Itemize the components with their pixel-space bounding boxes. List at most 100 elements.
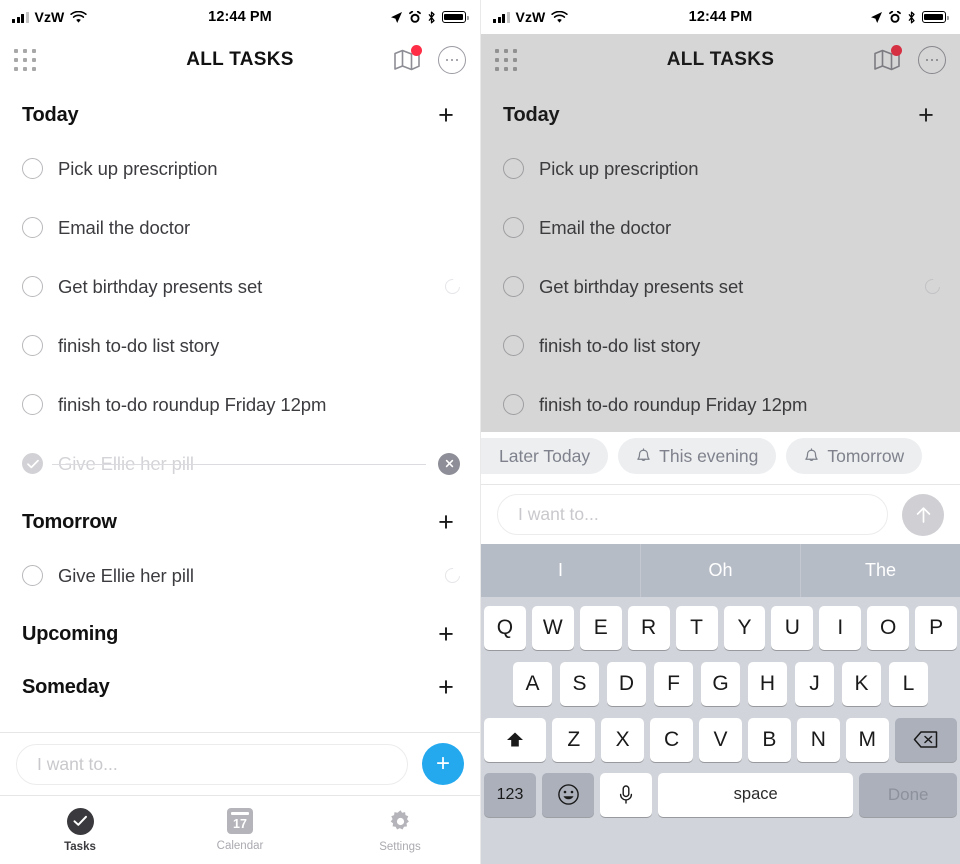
chip-this-evening[interactable]: This evening [618, 438, 777, 474]
key-e[interactable]: E [579, 606, 622, 650]
task-row[interactable]: Pick up prescription [481, 139, 960, 198]
key-x[interactable]: X [601, 717, 645, 762]
space-key[interactable]: space [658, 772, 854, 817]
key-d[interactable]: D [607, 661, 646, 706]
key-t[interactable]: T [675, 606, 718, 650]
chip-tomorrow[interactable]: Tomorrow [786, 438, 923, 474]
task-label: Pick up prescription [58, 157, 218, 179]
prediction-3[interactable]: The [800, 544, 960, 597]
submit-task-button[interactable] [902, 493, 944, 536]
section-header-tomorrow: Tomorrow + [0, 493, 480, 546]
shift-icon[interactable] [484, 717, 547, 762]
key-r[interactable]: R [627, 606, 670, 650]
status-bar: VzW 12:44 PM [0, 0, 480, 34]
key-k[interactable]: K [842, 661, 881, 706]
task-checkbox[interactable] [22, 158, 43, 179]
task-row[interactable]: finish to-do roundup Friday 12pm [481, 375, 960, 434]
key-p[interactable]: P [915, 606, 958, 650]
add-task-button-today[interactable]: + [432, 102, 460, 129]
key-m[interactable]: M [845, 717, 889, 762]
task-checkbox[interactable] [503, 335, 524, 356]
task-checkbox[interactable] [503, 158, 524, 179]
prediction-1[interactable]: I [481, 544, 640, 597]
task-row[interactable]: Email the doctor [481, 198, 960, 257]
key-l[interactable]: L [889, 661, 928, 706]
task-checkbox[interactable] [503, 276, 524, 297]
key-v[interactable]: V [699, 717, 742, 762]
task-row[interactable]: finish to-do list story [481, 316, 960, 375]
more-options-icon[interactable] [918, 46, 946, 74]
task-checkbox[interactable] [22, 217, 43, 238]
task-composer: I want to... + [0, 732, 480, 796]
tab-label: Calendar [216, 840, 264, 852]
nav-bar-actions [392, 45, 466, 74]
chip-later-today[interactable]: Later Today [481, 438, 609, 474]
key-a[interactable]: A [513, 661, 552, 706]
numeric-key[interactable]: 123 [484, 772, 536, 817]
section-header-upcoming: Upcoming + [0, 605, 480, 658]
key-o[interactable]: O [867, 606, 910, 650]
task-list: Today + Pick up prescription Email the d… [0, 86, 480, 711]
tab-settings[interactable]: Settings [320, 796, 480, 864]
nav-bar: ALL TASKS [0, 34, 480, 86]
task-row[interactable]: Email the doctor [0, 198, 480, 257]
task-checkbox[interactable] [22, 394, 43, 415]
done-key[interactable]: Done [859, 772, 957, 817]
task-checkbox[interactable] [22, 276, 43, 297]
task-row[interactable]: finish to-do list story [0, 316, 480, 375]
emoji-icon[interactable] [542, 772, 594, 817]
add-task-button-today[interactable]: + [912, 102, 940, 129]
section-header-today: Today + [0, 86, 480, 139]
new-task-input[interactable]: I want to... [497, 494, 888, 535]
tab-calendar[interactable]: 17 Calendar [160, 796, 320, 864]
key-z[interactable]: Z [552, 717, 596, 762]
task-row-completed[interactable]: Give Ellie her pill [0, 434, 480, 493]
task-row[interactable]: Give Ellie her pill [0, 546, 480, 605]
task-label: Give Ellie her pill [58, 564, 194, 586]
task-row[interactable]: finish to-do roundup Friday 12pm [0, 375, 480, 434]
backspace-icon[interactable] [894, 717, 957, 762]
add-task-button-someday[interactable]: + [432, 674, 460, 701]
new-task-input[interactable]: I want to... [16, 743, 408, 785]
key-b[interactable]: B [747, 717, 791, 762]
key-u[interactable]: U [771, 606, 814, 650]
add-task-button-tomorrow[interactable]: + [432, 509, 460, 536]
task-row[interactable]: Pick up prescription [0, 139, 480, 198]
key-q[interactable]: Q [483, 606, 526, 650]
section-header-today: Today + [481, 86, 960, 139]
task-checkbox[interactable] [22, 335, 43, 356]
key-j[interactable]: J [795, 661, 834, 706]
task-checkbox[interactable] [22, 565, 43, 586]
task-checkbox-checked[interactable] [22, 453, 43, 474]
nav-bar-actions [872, 45, 946, 74]
task-checkbox[interactable] [503, 217, 524, 238]
key-h[interactable]: H [748, 661, 787, 706]
microphone-icon[interactable] [600, 772, 652, 817]
more-options-icon[interactable] [438, 46, 466, 74]
task-row[interactable]: Get birthday presents set [481, 257, 960, 316]
strikethrough-line [52, 463, 426, 465]
notification-dot [891, 45, 902, 56]
tab-tasks[interactable]: Tasks [0, 796, 160, 864]
keyboard-row-3: Z X C V B N M [481, 709, 960, 765]
task-checkbox[interactable] [503, 394, 524, 415]
task-row[interactable]: Get birthday presents set [0, 257, 480, 316]
key-c[interactable]: C [650, 717, 694, 762]
task-list: Today + Pick up prescription Email the d… [481, 86, 960, 434]
key-f[interactable]: F [654, 661, 693, 706]
key-i[interactable]: I [819, 606, 862, 650]
map-icon[interactable] [392, 45, 422, 74]
delete-task-button[interactable] [438, 452, 460, 475]
key-y[interactable]: Y [723, 606, 766, 650]
key-w[interactable]: W [531, 606, 574, 650]
key-n[interactable]: N [796, 717, 840, 762]
key-g[interactable]: G [701, 661, 740, 706]
add-task-submit-button[interactable]: + [422, 743, 464, 785]
key-s[interactable]: S [560, 661, 599, 706]
map-icon[interactable] [872, 45, 902, 74]
status-bar-clock: 12:44 PM [688, 9, 753, 25]
battery-icon [442, 11, 469, 23]
prediction-2[interactable]: Oh [640, 544, 800, 597]
section-title: Today [22, 104, 79, 126]
add-task-button-upcoming[interactable]: + [432, 621, 460, 648]
